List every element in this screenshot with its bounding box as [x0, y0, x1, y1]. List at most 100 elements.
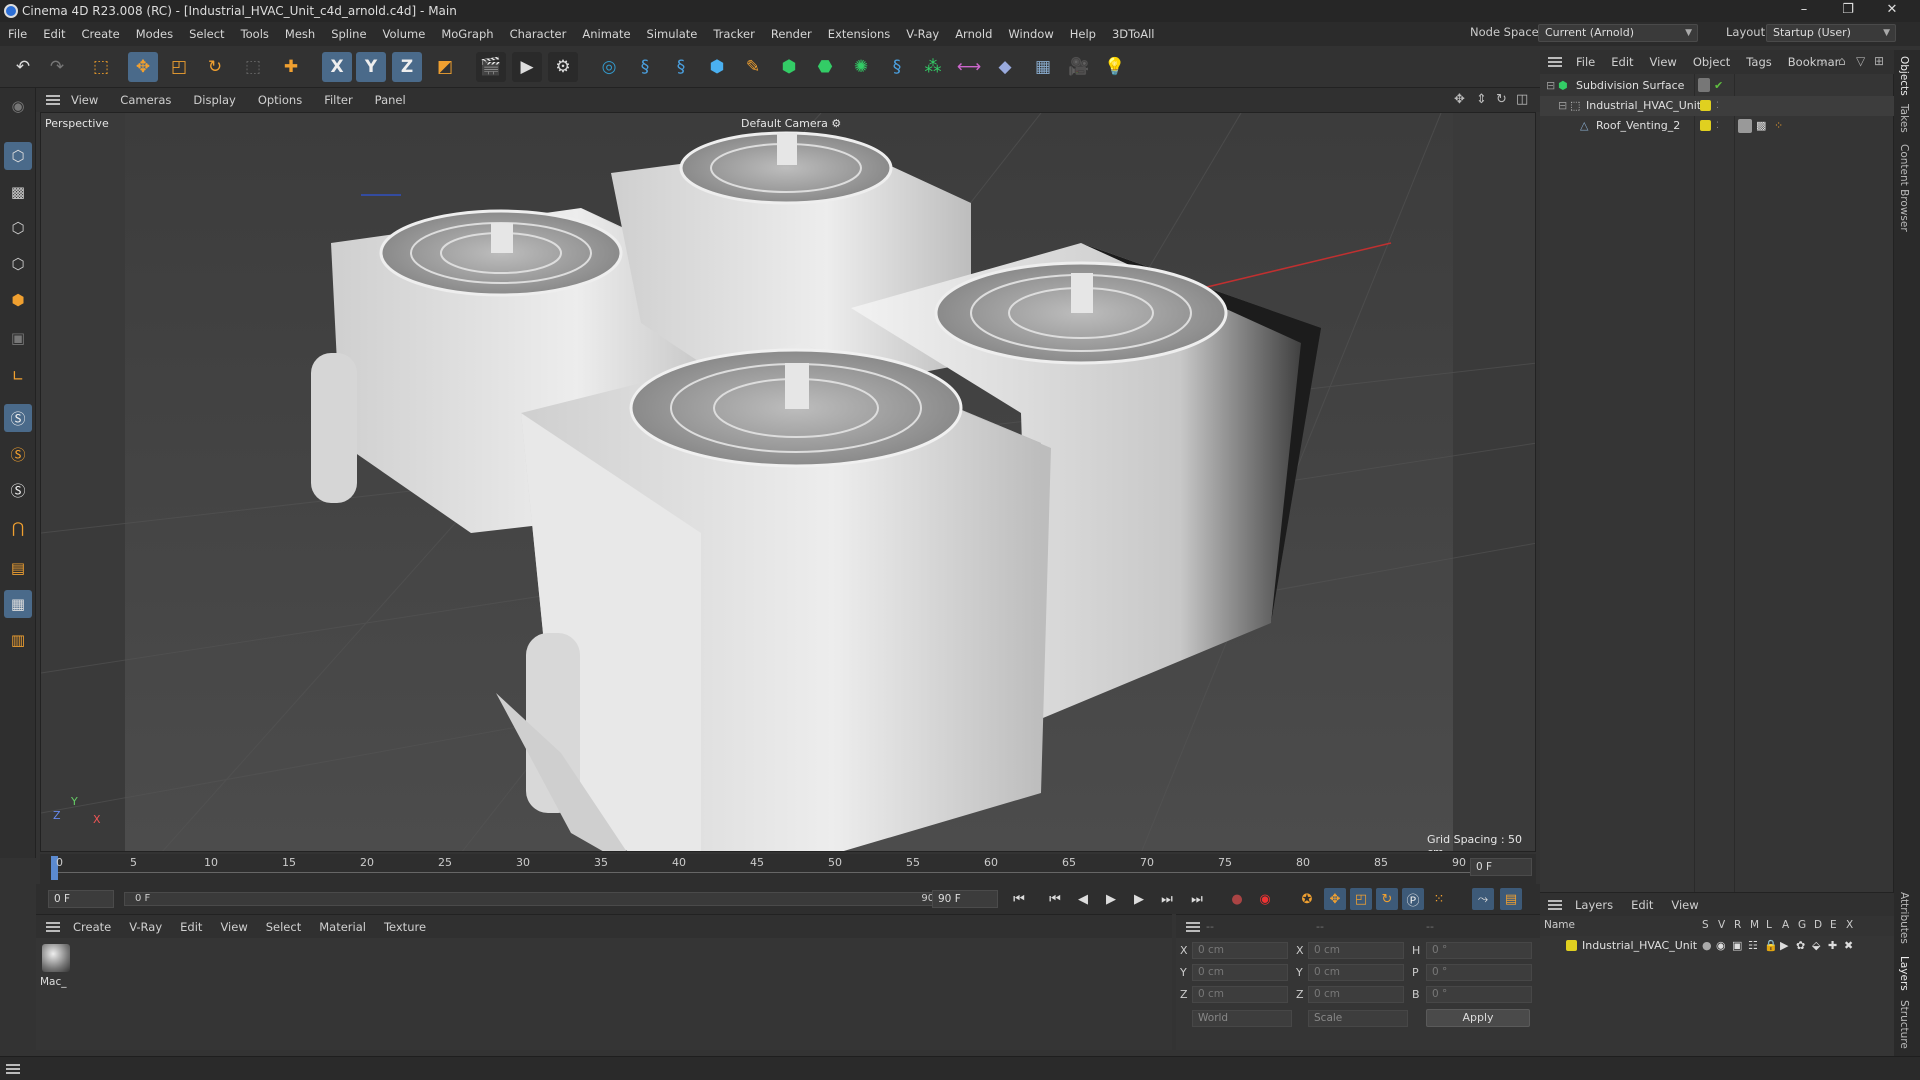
texture-mode-button[interactable]: ▩: [4, 178, 32, 206]
menu-render[interactable]: Render: [763, 22, 820, 46]
viewport-menu-options[interactable]: Options: [247, 88, 313, 112]
side-tab-objects[interactable]: Objects: [1898, 56, 1910, 96]
menu-help[interactable]: Help: [1062, 22, 1104, 46]
viewport-menu-display[interactable]: Display: [182, 88, 246, 112]
workplane-button[interactable]: ▤: [4, 554, 32, 582]
eye-icon[interactable]: ◉: [1716, 936, 1726, 956]
vray-button[interactable]: ◎: [594, 52, 624, 82]
goto-start-button[interactable]: ⏮: [1008, 888, 1030, 910]
restore-button[interactable]: ❐: [1828, 2, 1868, 20]
coord-rot-b-field[interactable]: 0 °: [1426, 986, 1532, 1003]
timeline-ruler[interactable]: 0 5 10 15 20 25 30 35 40 45 50 55 60 65 …: [40, 854, 1536, 884]
object-row-industrial-hvac-unit[interactable]: ⊟ ⬚ Industrial_HVAC_Unit ⁚: [1540, 96, 1894, 116]
material-menu-texture[interactable]: Texture: [375, 915, 435, 939]
hamburger-icon[interactable]: [46, 921, 60, 932]
material-tag-icon[interactable]: [1738, 119, 1752, 133]
python-script-1-button[interactable]: §: [630, 52, 660, 82]
search-icon[interactable]: ⌕: [1820, 54, 1827, 69]
object-menu-tags[interactable]: Tags: [1738, 50, 1779, 74]
new-window-icon[interactable]: ⊞: [1874, 54, 1884, 68]
python-script-2-button[interactable]: §: [666, 52, 696, 82]
layer-menu-view[interactable]: View: [1662, 893, 1707, 917]
menu-simulate[interactable]: Simulate: [639, 22, 706, 46]
points-mode-button[interactable]: ⬡: [4, 214, 32, 242]
object-menu-view[interactable]: View: [1642, 50, 1685, 74]
model-mode-button[interactable]: ⬡: [4, 142, 32, 170]
coord-rot-h-field[interactable]: 0 °: [1426, 942, 1532, 959]
key-parameter-button[interactable]: Ⓟ: [1402, 888, 1424, 910]
menu-arnold[interactable]: Arnold: [947, 22, 1000, 46]
move-tool-button[interactable]: ✥: [128, 52, 158, 82]
menu-mograph[interactable]: MoGraph: [433, 22, 501, 46]
deformer-icon[interactable]: ⬙: [1812, 936, 1820, 956]
camera-button[interactable]: 🎥: [1064, 52, 1094, 82]
rotate-tool-button[interactable]: ↻: [200, 52, 230, 82]
uv-mode-button[interactable]: ▣: [4, 324, 32, 352]
y-axis-lock-button[interactable]: Y: [356, 52, 386, 82]
manager-icon[interactable]: ☷: [1748, 936, 1758, 956]
record-keys-button[interactable]: ●: [1226, 888, 1248, 910]
side-tab-takes[interactable]: Takes: [1898, 104, 1910, 133]
coord-pos-x-field[interactable]: 0 cm: [1192, 942, 1288, 959]
live-selection-button[interactable]: ⬚: [86, 52, 116, 82]
object-menu-edit[interactable]: Edit: [1603, 50, 1641, 74]
filter-icon[interactable]: ▽: [1856, 54, 1865, 68]
subdivision-button[interactable]: ⬢: [774, 52, 804, 82]
coord-size-z-field[interactable]: 0 cm: [1308, 986, 1404, 1003]
world-coordinates-button[interactable]: ◩: [430, 52, 460, 82]
layer-menu-layers[interactable]: Layers: [1566, 893, 1622, 917]
start-frame-field[interactable]: 0 F: [48, 890, 114, 908]
coord-pos-y-field[interactable]: 0 cm: [1192, 964, 1288, 981]
snap-settings-button[interactable]: Ⓢ: [4, 440, 32, 468]
axis-mode-button[interactable]: ∟: [4, 362, 32, 390]
expression-icon[interactable]: ✚: [1828, 936, 1837, 956]
close-button[interactable]: ✕: [1872, 2, 1912, 20]
material-menu-select[interactable]: Select: [257, 915, 310, 939]
menu-3dtoall[interactable]: 3DToAll: [1104, 22, 1163, 46]
prev-frame-button[interactable]: ◀: [1072, 888, 1094, 910]
z-axis-lock-button[interactable]: Z: [392, 52, 422, 82]
play-button[interactable]: ▶: [1100, 888, 1122, 910]
current-frame-field[interactable]: 0 F: [1470, 858, 1532, 876]
motion-system-button[interactable]: ⤳: [1472, 888, 1494, 910]
node-space-dropdown[interactable]: Current (Arnold) ▼: [1538, 24, 1698, 42]
minimize-button[interactable]: –: [1784, 2, 1824, 20]
layer-color-swatch[interactable]: [1700, 100, 1711, 111]
menu-edit[interactable]: Edit: [35, 22, 73, 46]
enabled-check-icon[interactable]: ✔: [1714, 76, 1723, 96]
side-tab-layers[interactable]: Layers: [1898, 956, 1910, 991]
material-menu-vray[interactable]: V-Ray: [120, 915, 171, 939]
apply-button[interactable]: Apply: [1426, 1009, 1530, 1027]
object-menu-object[interactable]: Object: [1685, 50, 1738, 74]
render-icon[interactable]: ▣: [1732, 936, 1742, 956]
edges-mode-button[interactable]: ⬡: [4, 250, 32, 278]
render-settings-button[interactable]: ⚙: [548, 52, 578, 82]
generator-icon[interactable]: ✿: [1796, 936, 1805, 956]
goto-end-button[interactable]: ⏭: [1186, 888, 1208, 910]
coord-rot-p-field[interactable]: 0 °: [1426, 964, 1532, 981]
snap-button[interactable]: Ⓢ: [4, 404, 32, 432]
key-pla-button[interactable]: ⁙: [1428, 888, 1450, 910]
render-view-button[interactable]: 🎬: [476, 52, 506, 82]
expand-icon[interactable]: ⊟: [1558, 96, 1567, 116]
viewport-menu-filter[interactable]: Filter: [313, 88, 363, 112]
python-script-3-button[interactable]: §: [882, 52, 912, 82]
hamburger-icon[interactable]: [1548, 899, 1562, 910]
key-rotation-button[interactable]: ↻: [1376, 888, 1398, 910]
layer-menu-edit[interactable]: Edit: [1622, 893, 1662, 917]
timeline-window-button[interactable]: ▤: [1500, 888, 1522, 910]
material-menu-create[interactable]: Create: [64, 915, 120, 939]
keyframe-selection-button[interactable]: ✪: [1296, 888, 1318, 910]
object-row-roof-venting-2[interactable]: △ Roof_Venting_2 ⁚ ▩ ⁘: [1540, 116, 1894, 136]
menu-window[interactable]: Window: [1000, 22, 1061, 46]
menu-tracker[interactable]: Tracker: [705, 22, 763, 46]
symmetry-button[interactable]: ⟷: [954, 52, 984, 82]
hamburger-icon[interactable]: [6, 1064, 20, 1074]
object-menu-file[interactable]: File: [1568, 50, 1603, 74]
side-tab-attributes[interactable]: Attributes: [1898, 892, 1910, 944]
3d-viewport[interactable]: Perspective Default Camera ⚙ Grid Spacin…: [40, 112, 1536, 852]
make-editable-button[interactable]: ◉: [4, 92, 32, 120]
coord-size-x-field[interactable]: 0 cm: [1308, 942, 1404, 959]
magnet-button[interactable]: ⋂: [4, 514, 32, 542]
material-item[interactable]: Mac_: [36, 938, 80, 994]
